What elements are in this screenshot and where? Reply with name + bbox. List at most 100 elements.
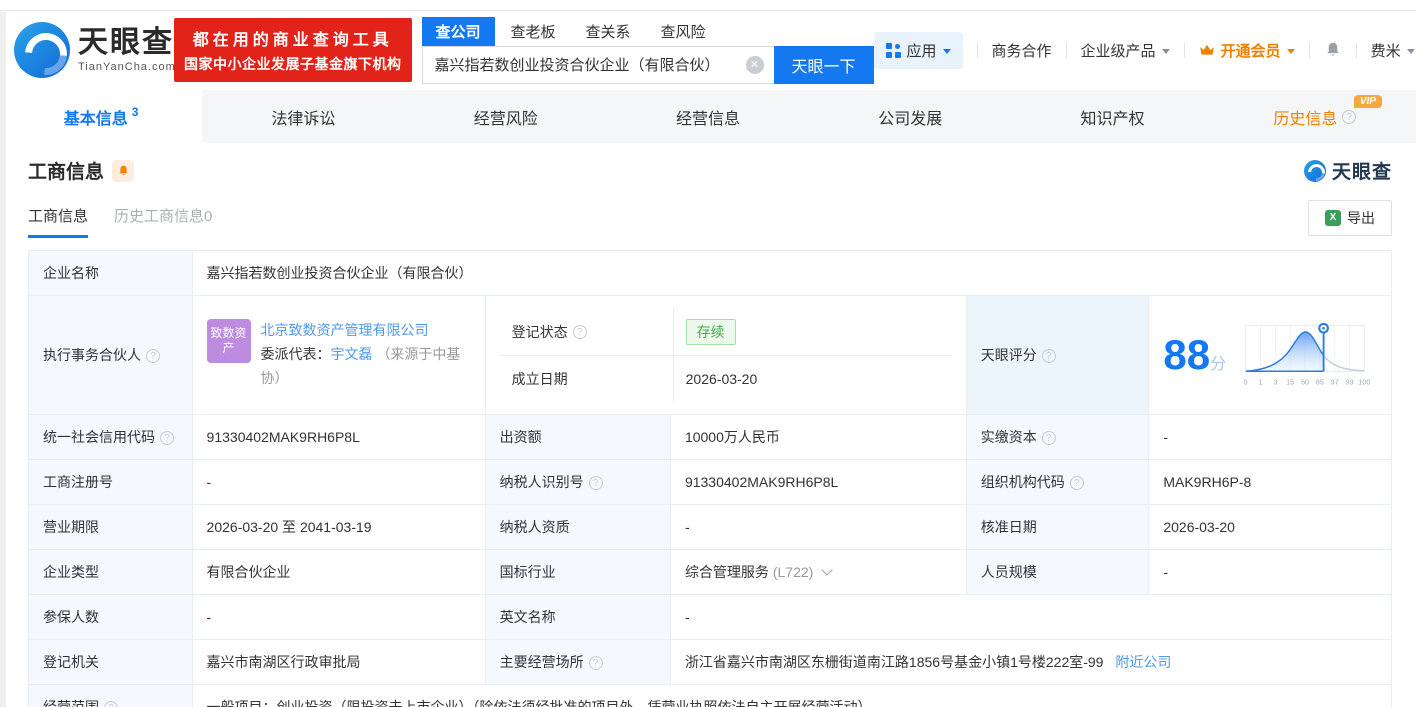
site-header: 天眼查 TianYanCha.com 都在用的商业查询工具 国家中小企业发展子基… <box>0 0 1416 90</box>
table-row: 营业期限 2026-03-20 至 2041-03-19 纳税人资质 - 核准日… <box>28 504 1392 550</box>
org-code-value: MAK9RH6P-8 <box>1148 459 1392 505</box>
help-icon[interactable]: ? <box>1041 349 1056 363</box>
taxpayer-id-value: 91330402MAK9RH6P8L <box>669 459 967 505</box>
rep-label: 委派代表： <box>260 346 331 363</box>
tab-intellectual-property[interactable]: 知识产权 <box>1011 90 1213 143</box>
brand-domain: TianYanCha.com <box>78 60 176 73</box>
subtab-business-info[interactable]: 工商信息 <box>28 205 89 238</box>
nav-apps-label: 应用 <box>906 42 937 60</box>
credit-code-value: 91330402MAK9RH6P8L <box>191 414 486 460</box>
clear-icon[interactable]: ✕ <box>745 55 764 74</box>
tab-label: 经营风险 <box>473 110 538 128</box>
search-tab-relation[interactable]: 查关系 <box>572 17 645 46</box>
help-icon[interactable]: ? <box>1069 476 1084 490</box>
capital-value: 10000万人民币 <box>669 414 967 460</box>
field-label: 人员规模 <box>965 549 1150 595</box>
excel-icon: X <box>1325 210 1341 226</box>
status-badge: 存续 <box>685 318 736 345</box>
table-row: 工商注册号 - 纳税人识别号? 91330402MAK9RH6P8L 组织机构代… <box>28 459 1392 505</box>
field-label: 纳税人识别号? <box>484 459 671 505</box>
vip-badge: VIP <box>1353 95 1382 108</box>
staff-size-value: - <box>1148 549 1392 595</box>
tab-operation-info[interactable]: 经营信息 <box>607 90 809 143</box>
tab-basic-info[interactable]: 基本信息 3 <box>0 90 203 143</box>
subscribe-bell-button[interactable] <box>112 159 135 182</box>
nav-cooperation[interactable]: 商务合作 <box>992 40 1052 61</box>
subtab-history-business-info[interactable]: 历史工商信息0 <box>114 205 212 238</box>
search-tab-company[interactable]: 查公司 <box>421 16 495 46</box>
promo-banner: 都在用的商业查询工具 国家中小企业发展子基金旗下机构 <box>174 18 412 82</box>
chevron-down-icon <box>1406 48 1415 54</box>
help-icon[interactable]: ? <box>588 656 603 670</box>
export-label: 导出 <box>1347 210 1375 226</box>
help-icon[interactable]: ? <box>1342 109 1357 124</box>
svg-text:15: 15 <box>1286 379 1294 387</box>
nav-apps[interactable]: 应用 <box>873 31 963 69</box>
reg-number-value: - <box>191 459 486 505</box>
crown-icon <box>1199 44 1214 55</box>
field-label: 组织机构代码? <box>965 459 1150 505</box>
help-icon[interactable]: ? <box>588 476 603 490</box>
approval-date-value: 2026-03-20 <box>1148 504 1392 550</box>
help-icon[interactable]: ? <box>146 349 160 363</box>
chevron-down-icon[interactable] <box>821 564 833 576</box>
chevron-down-icon <box>942 48 951 54</box>
score-value: 88分 <box>1163 331 1227 378</box>
svg-text:1: 1 <box>1259 379 1263 387</box>
site-logo[interactable]: 天眼查 TianYanCha.com <box>14 22 175 78</box>
field-label: 工商注册号 <box>28 459 193 505</box>
search-button[interactable]: 天眼一下 <box>773 45 874 84</box>
rep-name-link[interactable]: 宇文磊 <box>331 346 373 362</box>
chevron-down-icon <box>1286 48 1295 54</box>
tab-operation-risk[interactable]: 经营风险 <box>405 90 607 143</box>
svg-text:3: 3 <box>1273 379 1277 387</box>
tab-history-info[interactable]: VIP 历史信息 ? <box>1214 90 1416 143</box>
search-tab-risk[interactable]: 查风险 <box>647 17 720 46</box>
search-tabs: 查公司 查老板 查关系 查风险 <box>421 16 874 46</box>
tab-company-development[interactable]: 公司发展 <box>809 90 1011 143</box>
help-icon[interactable]: ? <box>104 701 118 707</box>
field-label: 主要经营场所? <box>484 639 671 685</box>
svg-text:0: 0 <box>1244 379 1248 387</box>
search-tab-boss[interactable]: 查老板 <box>497 17 570 46</box>
tab-count: 3 <box>131 105 139 119</box>
nav-user[interactable]: 费米 <box>1371 40 1415 61</box>
industry-value: 综合管理服务 (L722) <box>669 549 967 595</box>
field-label: 经营范围? <box>28 684 193 707</box>
nav-enterprise[interactable]: 企业级产品 <box>1081 40 1170 61</box>
table-row: 统一社会信用代码? 91330402MAK9RH6P8L 出资额 10000万人… <box>28 414 1392 460</box>
partner-cell: 致数资产 北京致数资产管理有限公司 委派代表：宇文磊 （来源于中基协） <box>191 295 486 415</box>
search-area: 查公司 查老板 查关系 查风险 ✕ 天眼一下 <box>421 16 874 84</box>
field-label: 实缴资本? <box>965 414 1150 460</box>
company-type-value: 有限合伙企业 <box>191 549 486 595</box>
partner-company-link[interactable]: 北京致数资产管理有限公司 <box>261 322 429 338</box>
nav-enterprise-label: 企业级产品 <box>1080 42 1156 60</box>
field-label: 执行事务合伙人? <box>28 295 193 415</box>
username: 费米 <box>1370 42 1401 60</box>
help-icon[interactable]: ? <box>160 431 174 445</box>
help-icon[interactable]: ? <box>1041 431 1056 445</box>
nearby-companies-link[interactable]: 附近公司 <box>1115 654 1171 670</box>
business-term-value: 2026-03-20 至 2041-03-19 <box>191 504 486 550</box>
export-button[interactable]: X 导出 <box>1308 200 1392 236</box>
divider <box>1308 42 1310 58</box>
insured-count-value: - <box>191 594 486 640</box>
tab-label: 公司发展 <box>878 110 943 128</box>
partner-avatar[interactable]: 致数资产 <box>206 319 251 364</box>
search-input[interactable] <box>421 45 774 84</box>
field-label: 核准日期 <box>965 504 1150 550</box>
field-label: 纳税人资质 <box>484 504 671 550</box>
field-label: 企业名称 <box>28 250 193 296</box>
tianyancha-swirl-icon <box>14 22 70 78</box>
svg-text:50: 50 <box>1301 379 1309 387</box>
nav-open-vip[interactable]: 开通会员 <box>1199 40 1295 61</box>
field-label: 出资额 <box>484 414 671 460</box>
help-icon[interactable]: ? <box>572 324 587 339</box>
notifications-button[interactable] <box>1324 41 1342 59</box>
field-label: 统一社会信用代码? <box>28 414 193 460</box>
taxpayer-quality-value: - <box>669 504 967 550</box>
banner-line2: 国家中小企业发展子基金旗下机构 <box>184 56 402 72</box>
tab-legal[interactable]: 法律诉讼 <box>202 90 404 143</box>
banner-line1: 都在用的商业查询工具 <box>192 32 393 49</box>
section-watermark: 天眼查 <box>1303 157 1392 184</box>
